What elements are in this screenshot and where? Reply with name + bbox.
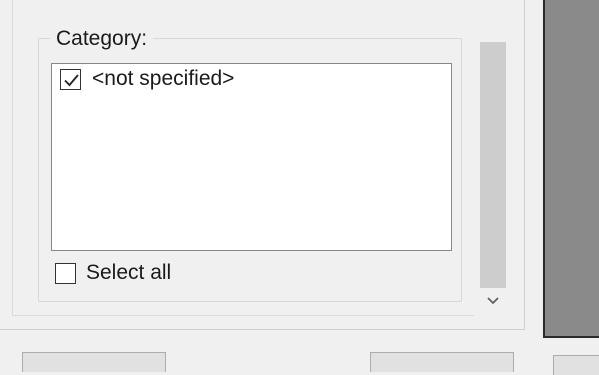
chevron-down-icon <box>487 297 499 305</box>
category-legend: Category: <box>50 26 154 52</box>
scrollbar-thumb[interactable] <box>480 42 506 288</box>
select-all-label[interactable]: Select all <box>86 260 171 286</box>
bottom-middle-button[interactable] <box>370 352 514 372</box>
select-all-checkbox[interactable] <box>55 263 76 284</box>
scroll-down-button[interactable] <box>478 290 508 312</box>
checkmark-icon <box>64 74 79 87</box>
bottom-right-button[interactable] <box>553 355 599 375</box>
preview-pane <box>543 0 599 338</box>
category-item-label: <not specified> <box>92 67 235 90</box>
category-item-checkbox[interactable] <box>60 69 81 90</box>
bottom-left-button[interactable] <box>22 352 166 372</box>
